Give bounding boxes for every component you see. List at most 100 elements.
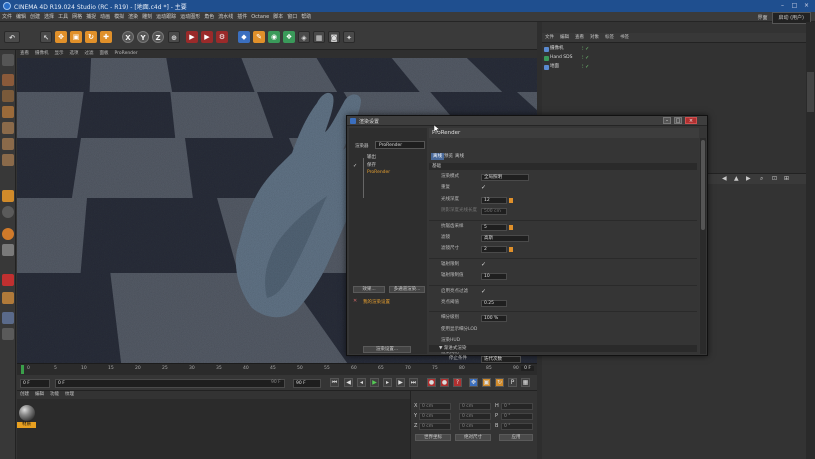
coord-position-field[interactable]: 0 cm [419, 413, 451, 420]
param-slider-handle[interactable] [509, 247, 513, 253]
floor-icon[interactable]: ▦ [313, 31, 325, 43]
coord-rotation-field[interactable]: 0 ° [501, 413, 533, 420]
current-frame-field[interactable]: 0 F [20, 379, 50, 388]
viewport-menu-item[interactable]: 过滤 [82, 50, 97, 58]
lock-attribute-icon[interactable]: ⊡ [772, 175, 777, 182]
menu-item[interactable]: 帮助 [299, 12, 313, 22]
camera-icon[interactable]: ◙ [328, 31, 340, 43]
snap-icon[interactable] [2, 190, 14, 202]
coord-position-field[interactable]: 0 cm [419, 423, 451, 430]
lock-icon[interactable] [2, 244, 14, 256]
render-settings-list-item[interactable]: 保存 [367, 162, 376, 168]
cube-icon[interactable]: ◆ [238, 31, 250, 43]
viewport-menu-item[interactable]: 面板 [97, 50, 112, 58]
coord-size-field[interactable]: 0 cm [459, 403, 491, 410]
polygons-mode-icon[interactable] [2, 154, 14, 166]
search-icon[interactable]: ⌕ [760, 175, 763, 183]
key-param-icon[interactable]: P [508, 378, 517, 387]
scrollbar-thumb[interactable] [701, 140, 705, 230]
subdivision-icon[interactable]: ◉ [268, 31, 280, 43]
material-menu-item[interactable]: 创建 [17, 391, 32, 399]
dialog-scrollbar[interactable] [700, 138, 706, 354]
previous-key-icon[interactable]: ◀ [344, 378, 353, 387]
object-name[interactable]: Hand SDS [550, 54, 572, 62]
coord-rotation-field[interactable]: 0 ° [501, 403, 533, 410]
sculpt-icon[interactable] [2, 228, 14, 240]
object-row[interactable]: 地面 ⁝ ✓ [542, 63, 806, 71]
param-checkbox[interactable]: ✓ [481, 288, 486, 295]
nav-up-icon[interactable]: ▲ [734, 175, 739, 182]
menu-item[interactable]: 流水线 [216, 12, 235, 22]
next-key-icon[interactable]: ▶ [396, 378, 405, 387]
points-mode-icon[interactable] [2, 122, 14, 134]
param-dropdown[interactable]: 全局照明 [481, 174, 529, 181]
coord-rotation-field[interactable]: 0 ° [501, 423, 533, 430]
menu-item[interactable]: 工具 [56, 12, 70, 22]
viewport-menu-item[interactable]: ProRender [112, 50, 141, 58]
param-checkbox[interactable]: ✓ [481, 184, 486, 191]
nav-back-icon[interactable]: ◀ [722, 175, 727, 182]
material-name[interactable]: 材质 [17, 422, 36, 428]
new-window-icon[interactable]: ⊞ [784, 175, 789, 182]
paint-icon[interactable] [2, 274, 14, 286]
object-menu-item[interactable]: 书签 [617, 33, 632, 42]
go-to-start-icon[interactable]: ⏮ [330, 378, 339, 387]
renderer-dropdown[interactable]: ProRender [375, 141, 425, 149]
maximize-icon[interactable]: □ [790, 1, 799, 10]
menu-item[interactable]: 选择 [42, 12, 56, 22]
viewport-menu-item[interactable]: 查看 [17, 50, 32, 58]
autokey-icon[interactable]: ● [440, 378, 449, 387]
object-menu-item[interactable]: 编辑 [557, 33, 572, 42]
object-menu-item[interactable]: 查看 [572, 33, 587, 42]
coord-position-field[interactable]: 0 cm [419, 403, 451, 410]
dialog-title-bar[interactable]: 渲染设置 – □ × [347, 116, 707, 126]
menu-item[interactable]: 渲染 [126, 12, 140, 22]
object-name[interactable]: 地面 [550, 63, 559, 71]
param-dropdown[interactable]: 高斯 [481, 235, 529, 242]
close-icon[interactable]: × [802, 1, 811, 10]
viewport-menu-item[interactable]: 选项 [67, 50, 82, 58]
coord-mode-scale-dropdown[interactable]: 绝对尺寸 [455, 434, 491, 441]
section-basic[interactable]: 基础 [429, 163, 697, 170]
rotate-tool-button[interactable]: ↻ [85, 31, 97, 43]
scale-tool-button[interactable]: ▣ [70, 31, 82, 43]
menu-item[interactable]: 编辑 [14, 12, 28, 22]
coordinate-system-button[interactable]: ⊕ [168, 31, 180, 43]
render-view-button[interactable]: ▶ [186, 31, 198, 43]
menu-item[interactable]: Octane [249, 12, 271, 22]
next-frame-icon[interactable]: ▸ [383, 378, 392, 387]
undo-button[interactable]: ↶ [4, 31, 20, 43]
make-editable-icon[interactable] [2, 54, 14, 66]
nav-forward-icon[interactable]: ▶ [746, 175, 751, 182]
record-icon[interactable]: ● [427, 378, 436, 387]
timeline-ruler[interactable]: 0 F 0 5 10 15 20 25 30 35 40 45 50 55 60 65 70 75 80 85 90 [17, 363, 537, 375]
menu-item[interactable]: 创建 [28, 12, 42, 22]
coord-apply-button[interactable]: 应用 [499, 434, 533, 441]
render-settings-menu-button[interactable]: 渲染设置... [363, 346, 411, 353]
menu-item[interactable]: 运动跟踪 [154, 12, 178, 22]
palette-scrollbar[interactable] [807, 72, 814, 112]
layer-icon[interactable] [2, 328, 14, 340]
object-menu-item[interactable]: 对象 [587, 33, 602, 42]
menu-item[interactable]: 窗口 [285, 12, 299, 22]
x-axis-lock-button[interactable]: X [122, 31, 134, 43]
grid-icon[interactable] [2, 312, 14, 324]
menu-item[interactable]: 运动图形 [178, 12, 202, 22]
param-number-field[interactable]: 500 cm [481, 208, 507, 216]
param-number-field[interactable]: 12 [481, 196, 507, 204]
minimize-icon[interactable]: – [778, 1, 787, 10]
axis-mode-icon[interactable] [2, 206, 14, 218]
material-menu-item[interactable]: 功能 [47, 391, 62, 399]
menu-item[interactable]: 文件 [0, 12, 14, 22]
object-visibility-icon[interactable]: ⁝ ✓ [582, 45, 589, 53]
y-axis-lock-button[interactable]: Y [137, 31, 149, 43]
max-frame-field[interactable]: 90 F [293, 379, 321, 388]
param-checkbox[interactable]: ✓ [481, 261, 486, 268]
pen-icon[interactable]: ✎ [253, 31, 265, 43]
edges-mode-icon[interactable] [2, 138, 14, 150]
preset-name[interactable]: 我的渲染设置 [363, 299, 390, 305]
viewport-menu-item[interactable]: 摄像机 [32, 50, 52, 58]
go-to-end-icon[interactable]: ⏭ [409, 378, 418, 387]
object-name[interactable]: 摄像机 [550, 45, 564, 53]
move-tool-button[interactable]: ✥ [55, 31, 67, 43]
